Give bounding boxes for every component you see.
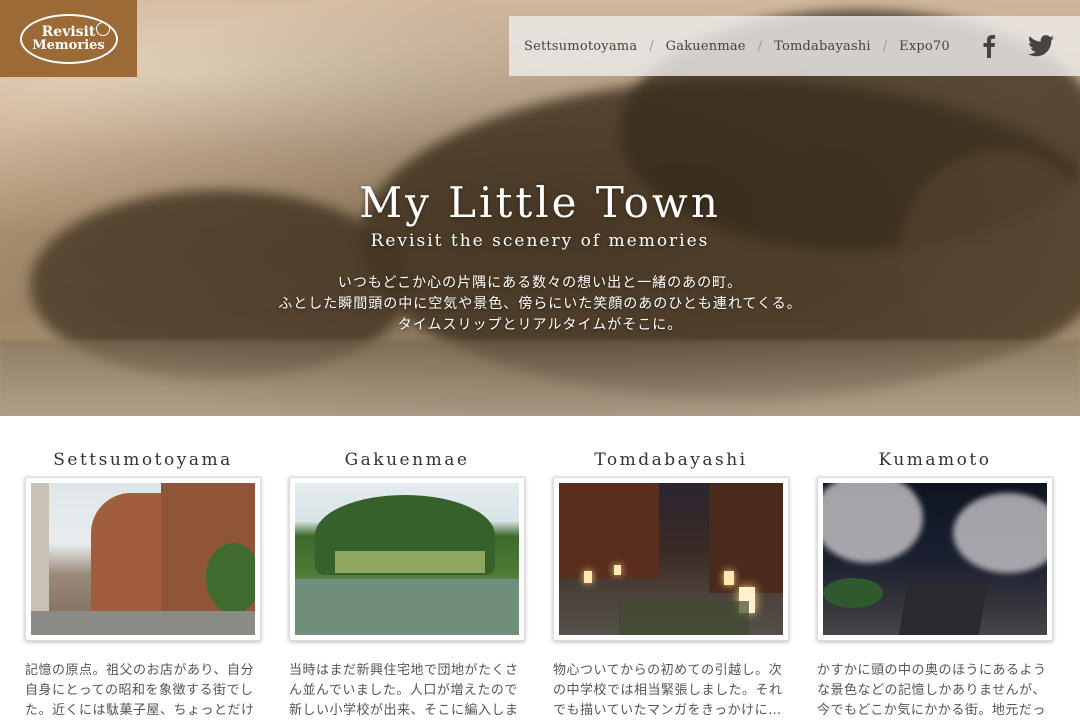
nav-link-expo70[interactable]: Expo70 [899,39,950,54]
hero-subtitle: Revisit the scenery of memories [370,231,710,251]
logo-text-line1: Revisit [41,23,96,40]
card-title[interactable]: Gakuenmae [289,450,525,474]
card-photo-frame[interactable] [817,477,1053,641]
card-description: かすかに頭の中の奥のほうにあるような景色などの記憶しかありませんが、今でもどこか… [817,663,1047,718]
card-description: 当時はまだ新興住宅地で団地がたくさん並んでいました。人口が増えたので新しい小学校… [289,663,519,718]
card-description: 物心ついてからの初めての引越し。次の中学校では相当緊張しました。それでも描いてい… [553,663,783,718]
town-card: Tomdabayashi 物心ついてからの初めての引越し。次の中学校では相当緊張… [553,450,789,720]
logo-text-line2: Memories [32,37,105,53]
nav-separator: / [882,38,888,54]
facebook-icon[interactable] [976,33,1002,59]
hero-title: My Little Town [359,178,721,227]
card-title[interactable]: Kumamoto [817,450,1053,474]
hero-text: My Little Town Revisit the scenery of me… [0,178,1080,336]
town-card: Kumamoto かすかに頭の中の奥のほうにあるような景色などの記憶しかありませ… [817,450,1053,720]
nav-link-gakuenmae[interactable]: Gakuenmae [666,39,746,54]
hero-copy-line: いつもどこか心の片隅にある数々の想い出と一緒のあの町。 [337,275,743,291]
card-photo-frame[interactable] [289,477,525,641]
hero-copy-line: ふとした瞬間頭の中に空気や景色、傍らにいた笑顔のあのひとも連れてくる。 [278,296,802,312]
twitter-icon[interactable] [1027,33,1054,59]
card-photo-frame[interactable] [553,477,789,641]
top-navigation: Settsumotoyama / Gakuenmae / Tomdabayash… [509,16,1080,76]
card-title[interactable]: Settsumotoyama [25,450,261,474]
nav-separator: / [649,38,654,54]
card-photo-frame[interactable] [25,477,261,641]
town-card: Gakuenmae 当時はまだ新興住宅地で団地がたくさん並んでいました。人口が増… [289,450,525,720]
site-logo[interactable]: Revisit Memories [0,0,137,77]
hero-copy-line: タイムスリップとリアルタイムがそこに。 [397,317,683,333]
card-photo [823,483,1047,635]
card-photo [559,483,783,635]
card-title[interactable]: Tomdabayashi [553,450,789,474]
clock-icon [95,21,110,36]
town-card: Settsumotoyama 記憶の原点。祖父のお店があり、自分自身にとっての昭… [25,450,261,720]
hero-copy: いつもどこか心の片隅にある数々の想い出と一緒のあの町。 ふとした瞬間頭の中に空気… [0,273,1080,336]
nav-link-tomdabayashi[interactable]: Tomdabayashi [774,39,871,54]
card-photo [31,483,255,635]
town-cards: Settsumotoyama 記憶の原点。祖父のお店があり、自分自身にとっての昭… [0,416,1080,720]
nav-link-settsumotoyama[interactable]: Settsumotoyama [524,39,637,54]
logo-badge: Revisit Memories [19,13,118,64]
social-links [976,33,1080,59]
card-description: 記憶の原点。祖父のお店があり、自分自身にとっての昭和を象徴する街でした。近くには… [25,663,255,718]
nav-separator: / [757,38,763,54]
card-photo [295,483,519,635]
